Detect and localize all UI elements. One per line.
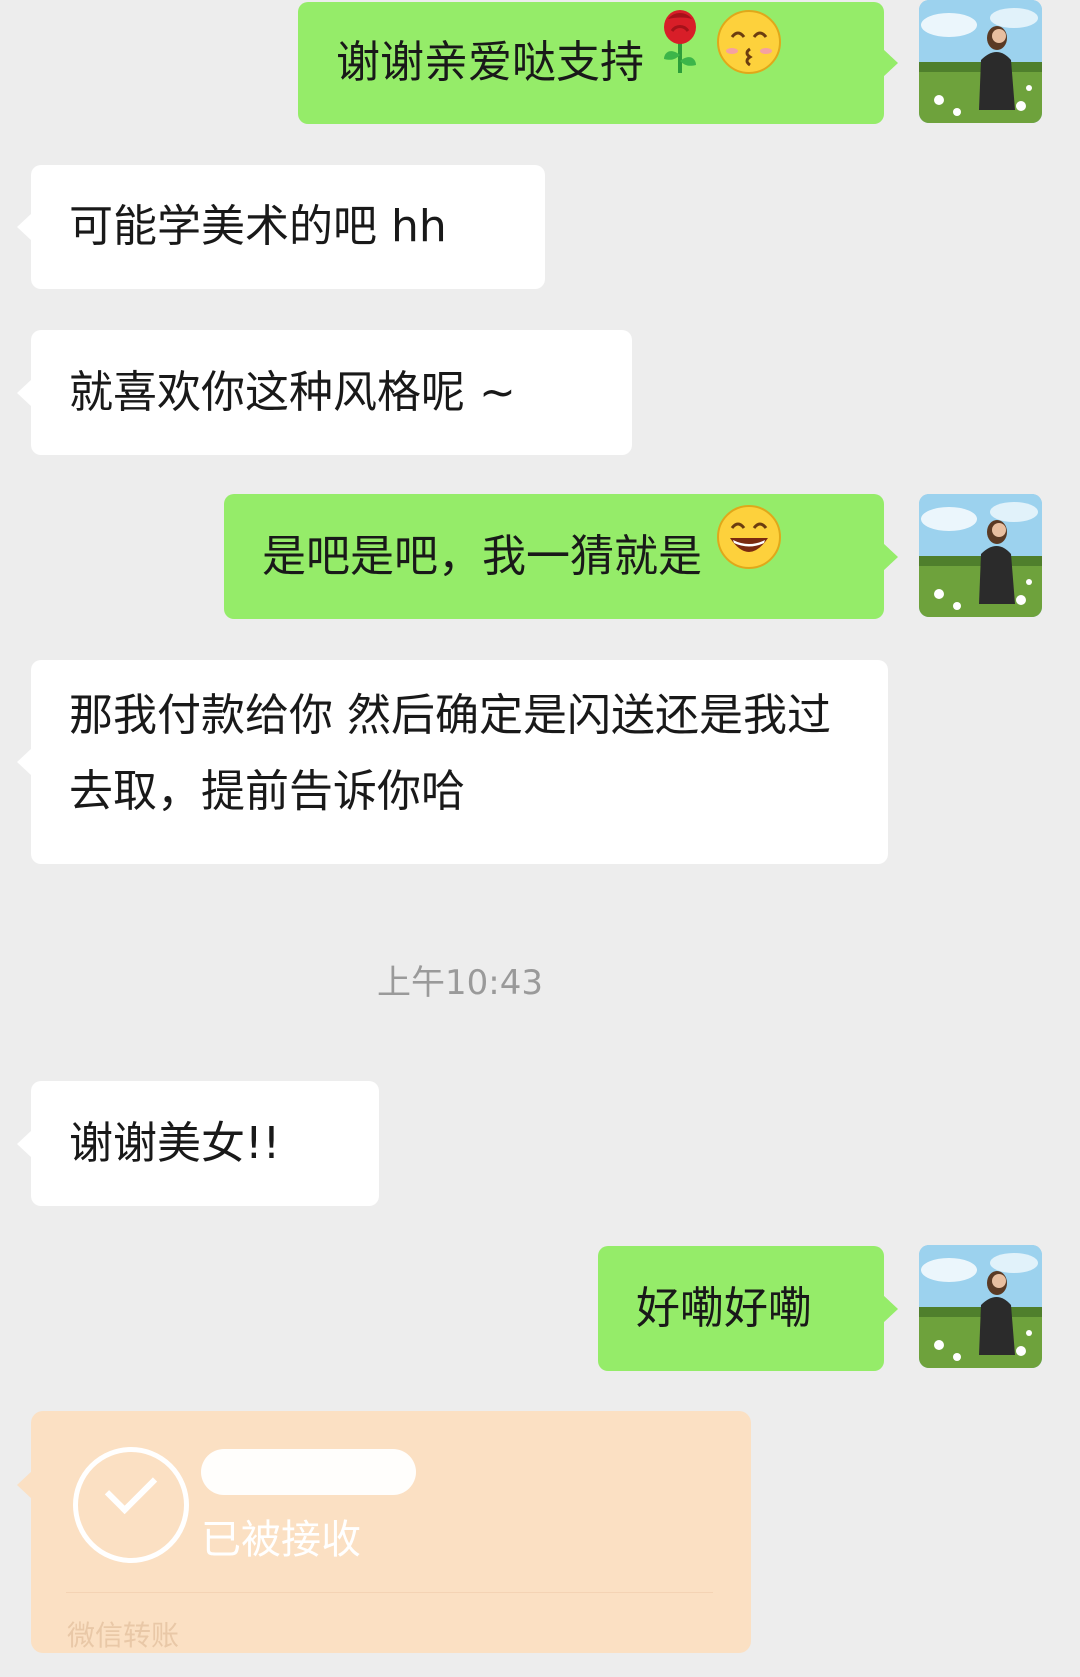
chat-bubble-outgoing[interactable]: 好嘞好嘞 — [598, 1246, 898, 1371]
chat-bubble-incoming[interactable]: 可能学美术的吧 hh — [17, 165, 545, 289]
chat-bubble-outgoing[interactable]: 是吧是吧，我一猜就是 — [224, 493, 898, 619]
transfer-amount-redacted — [201, 1449, 416, 1495]
grinning-face-emoji — [716, 493, 782, 618]
message-timestamp: 上午10:43 — [377, 963, 543, 1003]
message-text: 是吧是吧，我一猜就是 — [262, 531, 702, 582]
chat-bubble-incoming[interactable]: 那我付款给你 然后确定是闪送还是我过去取，提前告诉你哈 — [17, 660, 888, 864]
check-circle-icon — [73, 1447, 189, 1563]
my-avatar[interactable] — [919, 1245, 1042, 1368]
message-text: 就喜欢你这种风格呢 ~ — [69, 367, 516, 418]
transfer-footer-label: 微信转账 — [67, 1619, 180, 1652]
divider — [66, 1592, 713, 1593]
my-avatar[interactable] — [919, 494, 1042, 617]
wechat-transfer-card[interactable]: 已被接收 微信转账 — [17, 1411, 751, 1653]
message-text: 谢谢美女!! — [69, 1118, 281, 1169]
chat-bubble-outgoing[interactable]: 谢谢亲爱哒支持 — [298, 0, 898, 124]
transfer-status: 已被接收 — [201, 1517, 361, 1563]
rose-emoji — [658, 0, 702, 122]
chat-bubble-incoming[interactable]: 就喜欢你这种风格呢 ~ — [17, 330, 632, 455]
message-text: 好嘞好嘞 — [636, 1283, 812, 1334]
message-text: 那我付款给你 然后确定是闪送还是我过去取，提前告诉你哈 — [69, 690, 831, 817]
chat-bubble-incoming[interactable]: 谢谢美女!! — [17, 1081, 379, 1206]
message-text: 谢谢亲爱哒支持 — [336, 37, 644, 88]
message-text: 可能学美术的吧 hh — [69, 201, 447, 252]
my-avatar[interactable] — [919, 0, 1042, 123]
kissing-face-emoji — [716, 0, 782, 122]
